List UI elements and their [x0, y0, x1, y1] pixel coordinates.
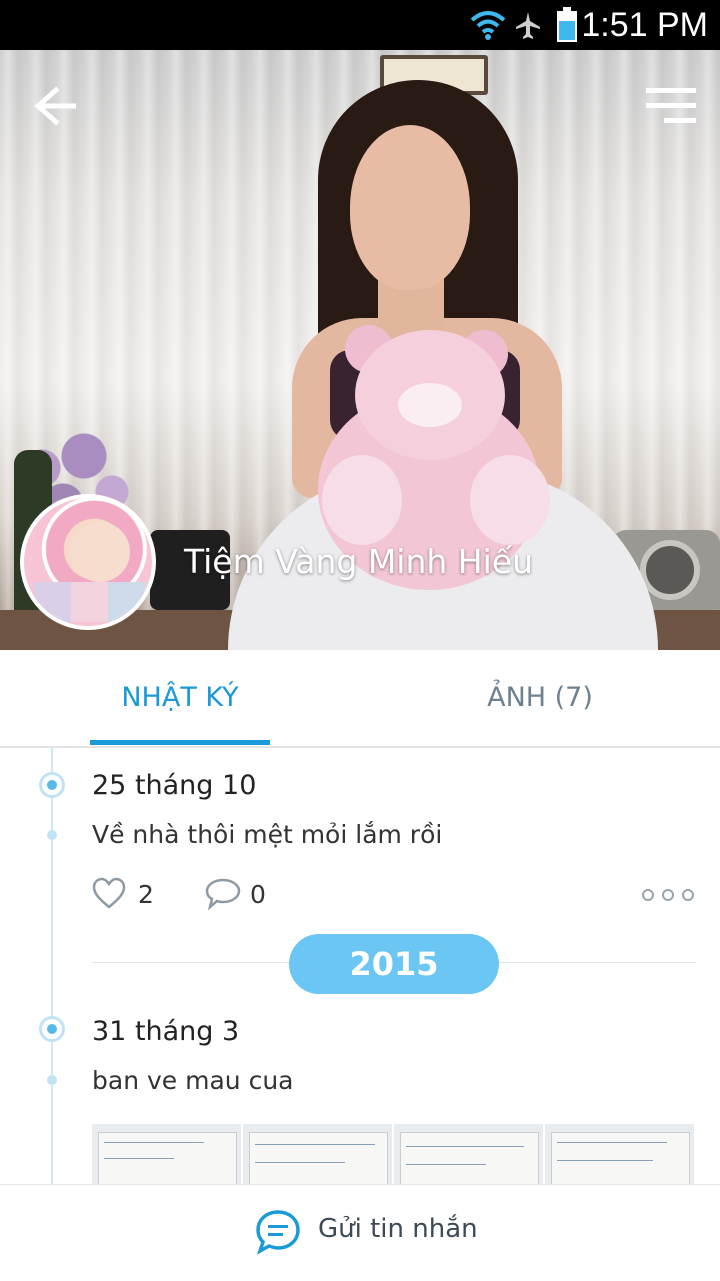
- tab-photos[interactable]: ẢNH (7): [360, 650, 720, 746]
- cover-teddy-foot: [470, 455, 550, 545]
- cover-person-face: [350, 125, 470, 290]
- post-photo[interactable]: [394, 1124, 543, 1184]
- cover-photo: Tiệm Vàng Minh Hiếu: [0, 50, 720, 650]
- more-options-icon[interactable]: [640, 888, 696, 902]
- post-date: 31 tháng 3: [92, 1016, 240, 1047]
- timeline-dot: [47, 1075, 57, 1085]
- avatar-face: [70, 522, 130, 582]
- back-arrow-icon[interactable]: [30, 84, 82, 128]
- post-photo[interactable]: [92, 1124, 241, 1184]
- avatar[interactable]: [20, 494, 156, 630]
- comment-count: 0: [250, 880, 266, 909]
- send-message-label[interactable]: Gửi tin nhắn: [318, 1214, 478, 1244]
- timeline-dot: [47, 830, 57, 840]
- post-date: 25 tháng 10: [92, 770, 257, 801]
- cover-teddy-snout: [398, 383, 462, 427]
- airplane-icon: [516, 12, 540, 39]
- tab-diary[interactable]: NHẬT KÝ: [0, 650, 360, 746]
- year-marker: 2015: [289, 934, 499, 994]
- post-photo[interactable]: [243, 1124, 392, 1184]
- like-count: 2: [138, 880, 154, 909]
- avatar-thumbnails: [34, 582, 146, 622]
- profile-name: Tiệm Vàng Minh Hiếu: [184, 542, 533, 581]
- wifi-icon: [470, 11, 506, 40]
- heart-icon[interactable]: [92, 876, 126, 912]
- tab-bar: NHẬT KÝ ẢNH (7): [0, 650, 720, 748]
- post-text: ban ve mau cua: [92, 1066, 294, 1095]
- active-tab-indicator: [90, 740, 270, 745]
- post-photo-strip: [92, 1124, 696, 1184]
- comment-icon[interactable]: [204, 876, 242, 912]
- cover-teddy-foot: [322, 455, 402, 545]
- battery-icon: [557, 7, 577, 42]
- timeline-node: [39, 772, 65, 798]
- diary-feed: 25 tháng 10 Về nhà thôi mệt mỏi lắm rồi …: [0, 748, 720, 1184]
- chat-bubble-icon[interactable]: [254, 1208, 302, 1256]
- status-time: 1:51 PM: [581, 6, 708, 44]
- post-photo[interactable]: [545, 1124, 694, 1184]
- cover-telephone-dial: [640, 540, 700, 600]
- timeline-node: [39, 1016, 65, 1042]
- timeline-line: [51, 748, 53, 1184]
- post-text: Về nhà thôi mệt mỏi lắm rồi: [92, 820, 443, 849]
- status-bar: 1:51 PM: [0, 0, 720, 50]
- hamburger-menu-icon[interactable]: [644, 86, 698, 126]
